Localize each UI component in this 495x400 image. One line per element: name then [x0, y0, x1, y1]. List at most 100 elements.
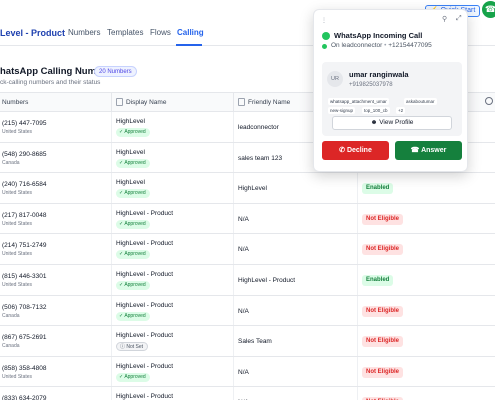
calling-status-badge: Enabled [362, 183, 394, 195]
calling-status-badge: Not Eligible [362, 336, 403, 348]
friendly-name: Sales Team [238, 338, 272, 346]
display-name-status: Approved [124, 373, 146, 380]
column-divider [233, 295, 234, 326]
display-name-status-badge: ✓ Approved [116, 250, 150, 260]
tab-numbers[interactable]: Numbers [68, 28, 100, 37]
contact-tag-more[interactable]: +2 [396, 107, 406, 114]
country: Canada [2, 159, 20, 166]
drag-handle-icon[interactable]: ⋮ [321, 17, 327, 24]
country: United States [2, 129, 33, 135]
phone-number: (867) 675-2691 [2, 334, 47, 342]
friendly-name: N/A [238, 246, 249, 254]
calling-status-badge: Not Eligible [362, 366, 403, 378]
answer-button[interactable]: ☎ Answer [395, 141, 462, 160]
display-name: HighLevel - Product [116, 332, 174, 340]
call-title: WhatsApp Incoming Call [334, 31, 423, 40]
column-divider [233, 326, 234, 356]
country: United States [2, 373, 33, 380]
country: United States [2, 190, 33, 197]
friendly-name: HighLevel [238, 185, 267, 193]
column-divider [233, 387, 234, 400]
expand-icon[interactable]: ⤢ [456, 15, 462, 23]
display-name: HighLevel - Product [116, 301, 174, 309]
view-profile-label: View Profile [379, 119, 414, 126]
display-name: HighLevel [116, 148, 145, 156]
phone-number: (215) 447-7095 [2, 120, 47, 127]
phone-number: (240) 716-6584 [2, 181, 47, 189]
column-divider [111, 295, 112, 326]
column-divider [111, 234, 112, 264]
line-status-icon [322, 44, 327, 49]
display-name-status: Approved [124, 220, 146, 227]
table-row[interactable]: (858) 358-4808 United States HighLevel - P… [0, 356, 495, 388]
table-row[interactable]: (506) 708-7132 Canada HighLevel - Product ✓… [0, 295, 495, 327]
display-name-status-badge: ✓ Approved [116, 372, 150, 382]
display-name: HighLevel - Product [116, 393, 174, 400]
display-name: HighLevel - Product [116, 270, 174, 278]
column-divider [111, 142, 112, 173]
friendly-name: N/A [238, 215, 249, 223]
table-row[interactable]: (815) 446-3301 United States HighLevel - P… [0, 264, 495, 296]
tab-templates[interactable]: Templates [107, 28, 143, 37]
decline-button[interactable]: ✆ Decline [322, 141, 389, 160]
col-numbers[interactable]: Numbers [2, 99, 28, 106]
search-icon[interactable] [485, 97, 493, 105]
column-divider [357, 173, 358, 203]
phone-icon[interactable]: ☎ [482, 1, 495, 18]
phone-off-icon: ✆ [339, 147, 345, 154]
whatsapp-icon [322, 32, 330, 40]
display-name-status: Approved [124, 312, 146, 319]
table-row[interactable]: (833) 634-2079United StatesHighLevel - P… [0, 387, 495, 400]
display-name-icon [116, 98, 123, 106]
table-row[interactable]: (217) 817-0048 United States HighLevel - P… [0, 203, 495, 235]
caller-name: umar ranginwala [349, 70, 409, 79]
nav-brand[interactable]: Level - Product [0, 28, 65, 38]
column-divider [233, 356, 234, 387]
column-divider [233, 93, 234, 113]
column-divider [233, 203, 234, 234]
column-divider [111, 387, 112, 400]
column-divider [357, 295, 358, 326]
view-profile-button[interactable]: ☻ View Profile [332, 116, 452, 130]
phone-number: (858) 358-4808 [2, 364, 47, 372]
country: United States [2, 220, 33, 227]
decline-label: Decline [346, 147, 372, 154]
friendly-name: sales team 123 [238, 154, 283, 162]
call-line: On leadconnector • +12154477095 [331, 42, 432, 49]
display-name-status-badge: ⓘ Not Set [116, 342, 149, 352]
col-display-name[interactable]: Display Name [126, 99, 166, 106]
calling-status-badge: Enabled [362, 274, 394, 286]
column-divider [111, 173, 112, 203]
column-divider [357, 264, 358, 295]
column-divider [233, 234, 234, 264]
tab-calling[interactable]: Calling [177, 28, 204, 37]
phone-number: (217) 817-0048 [2, 211, 47, 219]
tab-flows[interactable]: Flows [150, 28, 171, 37]
call-line-number: +12154477095 [388, 42, 432, 49]
avatar: UR [327, 71, 343, 87]
friendly-name: leadconnector [238, 124, 279, 131]
phone-number: (214) 751-2749 [2, 242, 47, 250]
column-divider [233, 173, 234, 203]
table-row[interactable]: (240) 716-6584 United States HighLevel ✓ Ap… [0, 173, 495, 204]
display-name-status: Approved [124, 129, 146, 135]
pin-icon[interactable]: ⚲ [442, 15, 447, 23]
column-divider [357, 234, 358, 264]
column-divider [233, 142, 234, 173]
column-divider [111, 112, 112, 142]
display-name-status-badge: ✓ Approved [116, 219, 150, 229]
column-divider [111, 203, 112, 234]
user-icon: ☻ [370, 119, 378, 126]
active-tab-indicator [176, 44, 202, 46]
calling-status-badge: Not Eligible [362, 213, 403, 225]
table-row[interactable]: (867) 675-2691 Canada HighLevel - Product ⓘ… [0, 326, 495, 357]
display-name: HighLevel - Product [116, 209, 174, 217]
table-row[interactable]: (214) 751-2749 United States HighLevel - P… [0, 234, 495, 265]
display-name-status: Approved [124, 159, 146, 166]
country: United States [2, 281, 33, 288]
friendly-name-icon [238, 98, 245, 106]
col-friendly-name[interactable]: Friendly Name [248, 99, 290, 106]
incoming-call-card: ⋮ ⚲ ⤢ WhatsApp Incoming Call On leadconn… [313, 9, 468, 172]
count-badge: 20 Numbers [94, 66, 137, 77]
column-divider [357, 326, 358, 356]
